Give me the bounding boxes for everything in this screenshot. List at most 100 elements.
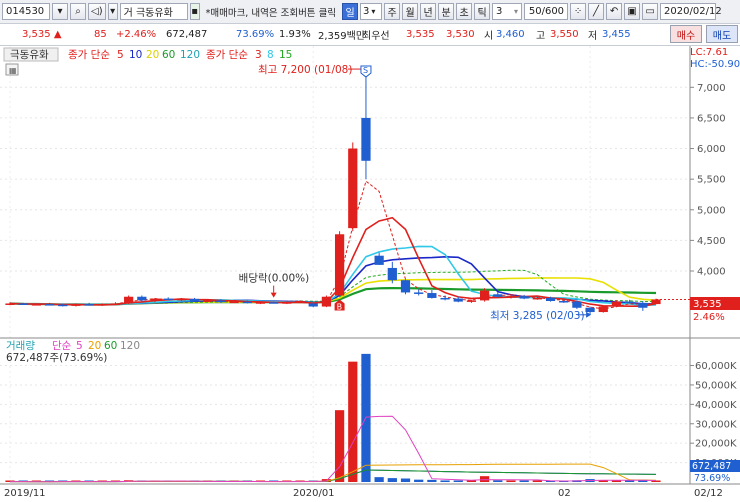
volume-bar bbox=[532, 480, 542, 482]
period-day-button[interactable]: 일 bbox=[342, 3, 359, 20]
volume-ratio: 73.69% bbox=[236, 29, 275, 40]
candle-body bbox=[348, 148, 358, 229]
high-label: 고 bbox=[536, 31, 546, 42]
price-tick-label: 6,000 bbox=[697, 144, 726, 155]
ask-price: 3,535 bbox=[406, 29, 435, 40]
volume-tick-label: 30,000K bbox=[695, 419, 737, 430]
period-tick-button[interactable]: 틱 bbox=[474, 3, 491, 20]
candle-body bbox=[414, 292, 424, 294]
low-price: 3,455 bbox=[602, 29, 631, 40]
volume-bar bbox=[440, 480, 450, 482]
date-field[interactable]: 2020/02/12 bbox=[660, 3, 722, 20]
candle-body bbox=[453, 298, 463, 302]
save-button[interactable]: ▣ bbox=[624, 3, 641, 20]
candle bbox=[400, 279, 411, 295]
tick-number-field[interactable]: 3 ▾ bbox=[492, 3, 523, 20]
sound-button[interactable]: ◁) bbox=[88, 3, 106, 20]
candle bbox=[321, 295, 332, 308]
code-dropdown-button[interactable]: ▾ bbox=[52, 3, 68, 20]
search-icon: ⌕ bbox=[75, 6, 81, 17]
candle-body bbox=[97, 304, 107, 306]
price-tick-label: 4,000 bbox=[697, 267, 726, 278]
ma10-label: 10 bbox=[129, 49, 142, 61]
candle-body bbox=[58, 304, 68, 307]
candle-body bbox=[321, 296, 332, 307]
candle-body bbox=[506, 296, 516, 298]
sound-dropdown-button[interactable]: ▾ bbox=[107, 3, 118, 20]
quote-bar: 3,535 ▲ 85 +2.46% 672,487 73.69% 1.93% 2… bbox=[0, 24, 740, 46]
low-label: 저 bbox=[588, 31, 598, 42]
volume-bar bbox=[519, 480, 529, 482]
period-week-button[interactable]: 주 bbox=[384, 3, 401, 20]
grid-icon: ⁘ bbox=[573, 6, 583, 17]
candle-body bbox=[651, 299, 661, 305]
search-button[interactable]: ⌕ bbox=[70, 3, 86, 20]
ma20-label: 20 bbox=[146, 49, 159, 61]
table-icon: ▦ bbox=[9, 66, 17, 75]
candle-body bbox=[519, 296, 529, 299]
candle-body bbox=[255, 302, 266, 304]
period-minute-button[interactable]: 분 bbox=[438, 3, 455, 20]
candle-body bbox=[374, 255, 384, 265]
candle-body bbox=[295, 301, 305, 303]
bid-price: 3,530 bbox=[446, 29, 475, 40]
undo-button[interactable]: ↶ bbox=[606, 3, 623, 20]
market-prefix: 거 bbox=[123, 8, 133, 19]
vol-ma5-label: 5 bbox=[76, 340, 83, 352]
period-number-field[interactable]: 3 ▾ bbox=[360, 3, 383, 20]
vol-ma120-label: 120 bbox=[120, 340, 140, 352]
chevron-down-icon: ▾ bbox=[514, 7, 519, 16]
candle bbox=[334, 231, 345, 296]
volume-tick-label: 40,000K bbox=[695, 400, 737, 411]
candle-body bbox=[440, 297, 450, 300]
hc-value: HC:-50.90 bbox=[690, 59, 740, 70]
candle-body bbox=[361, 117, 371, 161]
candle-body bbox=[163, 298, 173, 301]
window-button[interactable]: ▭ bbox=[642, 3, 659, 20]
save-icon: ▣ bbox=[627, 6, 637, 17]
volume-tick-label: 20,000K bbox=[695, 439, 737, 450]
line-icon: ╱ bbox=[593, 6, 600, 17]
candle-body bbox=[110, 303, 121, 305]
sell-mark-label: S bbox=[363, 66, 368, 75]
candle-body bbox=[150, 298, 160, 301]
stock-name-tag: 극동유화 bbox=[10, 49, 49, 61]
line-button[interactable]: ╱ bbox=[588, 3, 605, 20]
period-year-button[interactable]: 년 bbox=[420, 3, 437, 20]
candle-body bbox=[269, 302, 279, 304]
candle-body bbox=[44, 304, 55, 306]
undo-icon: ↶ bbox=[609, 6, 619, 17]
period-second-button[interactable]: 초 bbox=[456, 3, 473, 20]
volume-label: 거래량 bbox=[6, 340, 35, 352]
buy-button[interactable]: 매수 bbox=[670, 25, 702, 43]
sell-button[interactable]: 매도 bbox=[706, 25, 738, 43]
candle bbox=[348, 142, 358, 232]
stock-code-value: 014530 bbox=[6, 6, 45, 17]
stock-code-input[interactable]: 014530 bbox=[2, 3, 50, 20]
price-tick-label: 7,000 bbox=[697, 83, 726, 94]
high-annotation: 최고 7,200 (01/08) bbox=[258, 64, 353, 76]
volume-bar bbox=[506, 480, 516, 482]
stock-chart[interactable]: 7,000 6,500 6,000 5,500 5,000 4,500 4,000 60,0… bbox=[0, 46, 740, 502]
up-triangle-icon: ▲ bbox=[53, 29, 62, 40]
candle-body bbox=[638, 302, 648, 308]
current-volume-label: 672,487 bbox=[692, 461, 731, 472]
volume-bar bbox=[374, 477, 384, 482]
candle-body bbox=[203, 300, 213, 302]
open-price: 3,460 bbox=[496, 29, 525, 40]
candle-body bbox=[229, 301, 239, 304]
candle-body bbox=[84, 304, 94, 306]
chart-grid-button[interactable]: ⁘ bbox=[570, 3, 587, 20]
candle-body bbox=[479, 290, 490, 301]
candle-body bbox=[71, 304, 81, 306]
candle-body bbox=[400, 280, 411, 293]
stock-name-field[interactable]: 거 극동유화 bbox=[119, 3, 188, 20]
ma3-label: 3 bbox=[255, 49, 262, 61]
buy-mark-label: B bbox=[337, 303, 343, 312]
candle-body bbox=[31, 304, 41, 306]
period-month-button[interactable]: 월 bbox=[402, 3, 419, 20]
data-count-field[interactable]: 50/600 bbox=[524, 3, 569, 20]
flag-icon[interactable]: ▪ bbox=[189, 3, 200, 20]
candle-body bbox=[334, 234, 345, 296]
candle-body bbox=[242, 301, 252, 304]
